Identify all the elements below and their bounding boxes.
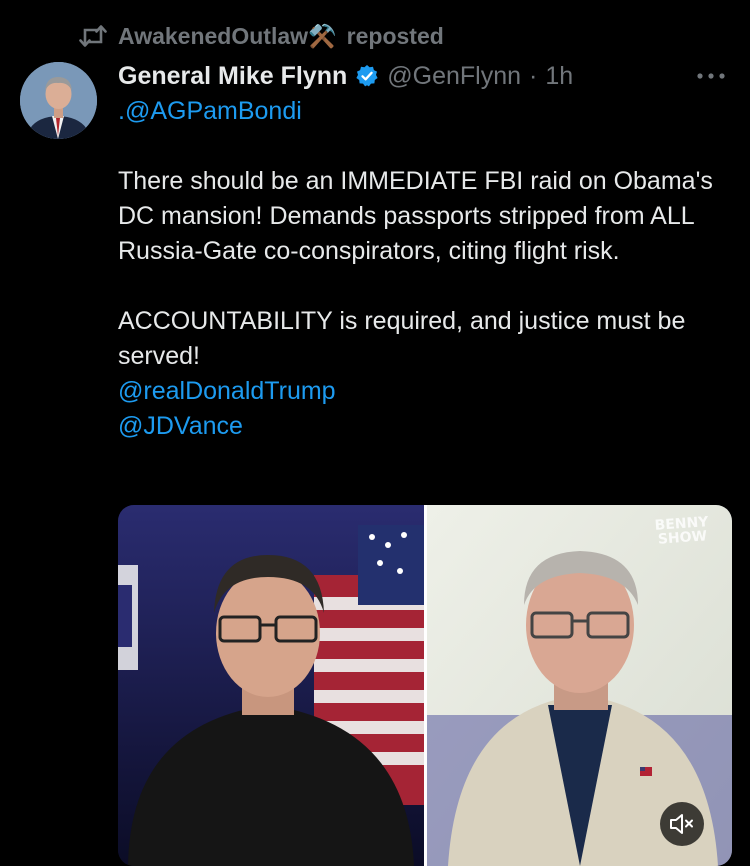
more-options-icon bbox=[697, 73, 725, 79]
video-player[interactable]: BENNY SHOW bbox=[118, 505, 732, 866]
mute-button[interactable] bbox=[660, 802, 704, 846]
mention-link-vance[interactable]: @JDVance bbox=[118, 412, 243, 440]
author-handle[interactable]: @GenFlynn bbox=[387, 62, 521, 91]
repost-user[interactable]: AwakenedOutlaw⚒️ bbox=[118, 23, 337, 50]
tweet-header: General Mike Flynn @GenFlynn · 1h bbox=[118, 58, 573, 94]
mention-link[interactable]: .@AGPamBondi bbox=[118, 97, 302, 125]
repost-icon bbox=[79, 25, 107, 47]
tweet-paragraph-2: ACCOUNTABILITY is required, and justice … bbox=[118, 307, 686, 370]
verified-badge-icon bbox=[356, 65, 378, 87]
timestamp[interactable]: 1h bbox=[545, 62, 573, 91]
watermark-logo: BENNY SHOW bbox=[654, 514, 709, 548]
volume-muted-icon bbox=[670, 814, 693, 834]
hammer-pick-emoji: ⚒️ bbox=[308, 22, 337, 49]
author-name[interactable]: General Mike Flynn bbox=[118, 62, 347, 91]
video-frame bbox=[118, 505, 732, 866]
repost-indicator[interactable]: AwakenedOutlaw⚒️ reposted bbox=[78, 20, 444, 52]
more-options-button[interactable] bbox=[694, 62, 728, 90]
meta-separator: · bbox=[529, 61, 538, 90]
repost-label: reposted bbox=[346, 22, 444, 49]
tweet-text: .@AGPamBondi There should be an IMMEDIAT… bbox=[118, 94, 730, 444]
tweet-paragraph-1: There should be an IMMEDIATE FBI raid on… bbox=[118, 167, 713, 265]
avatar[interactable] bbox=[20, 62, 97, 139]
mention-link-trump[interactable]: @realDonaldTrump bbox=[118, 377, 336, 405]
